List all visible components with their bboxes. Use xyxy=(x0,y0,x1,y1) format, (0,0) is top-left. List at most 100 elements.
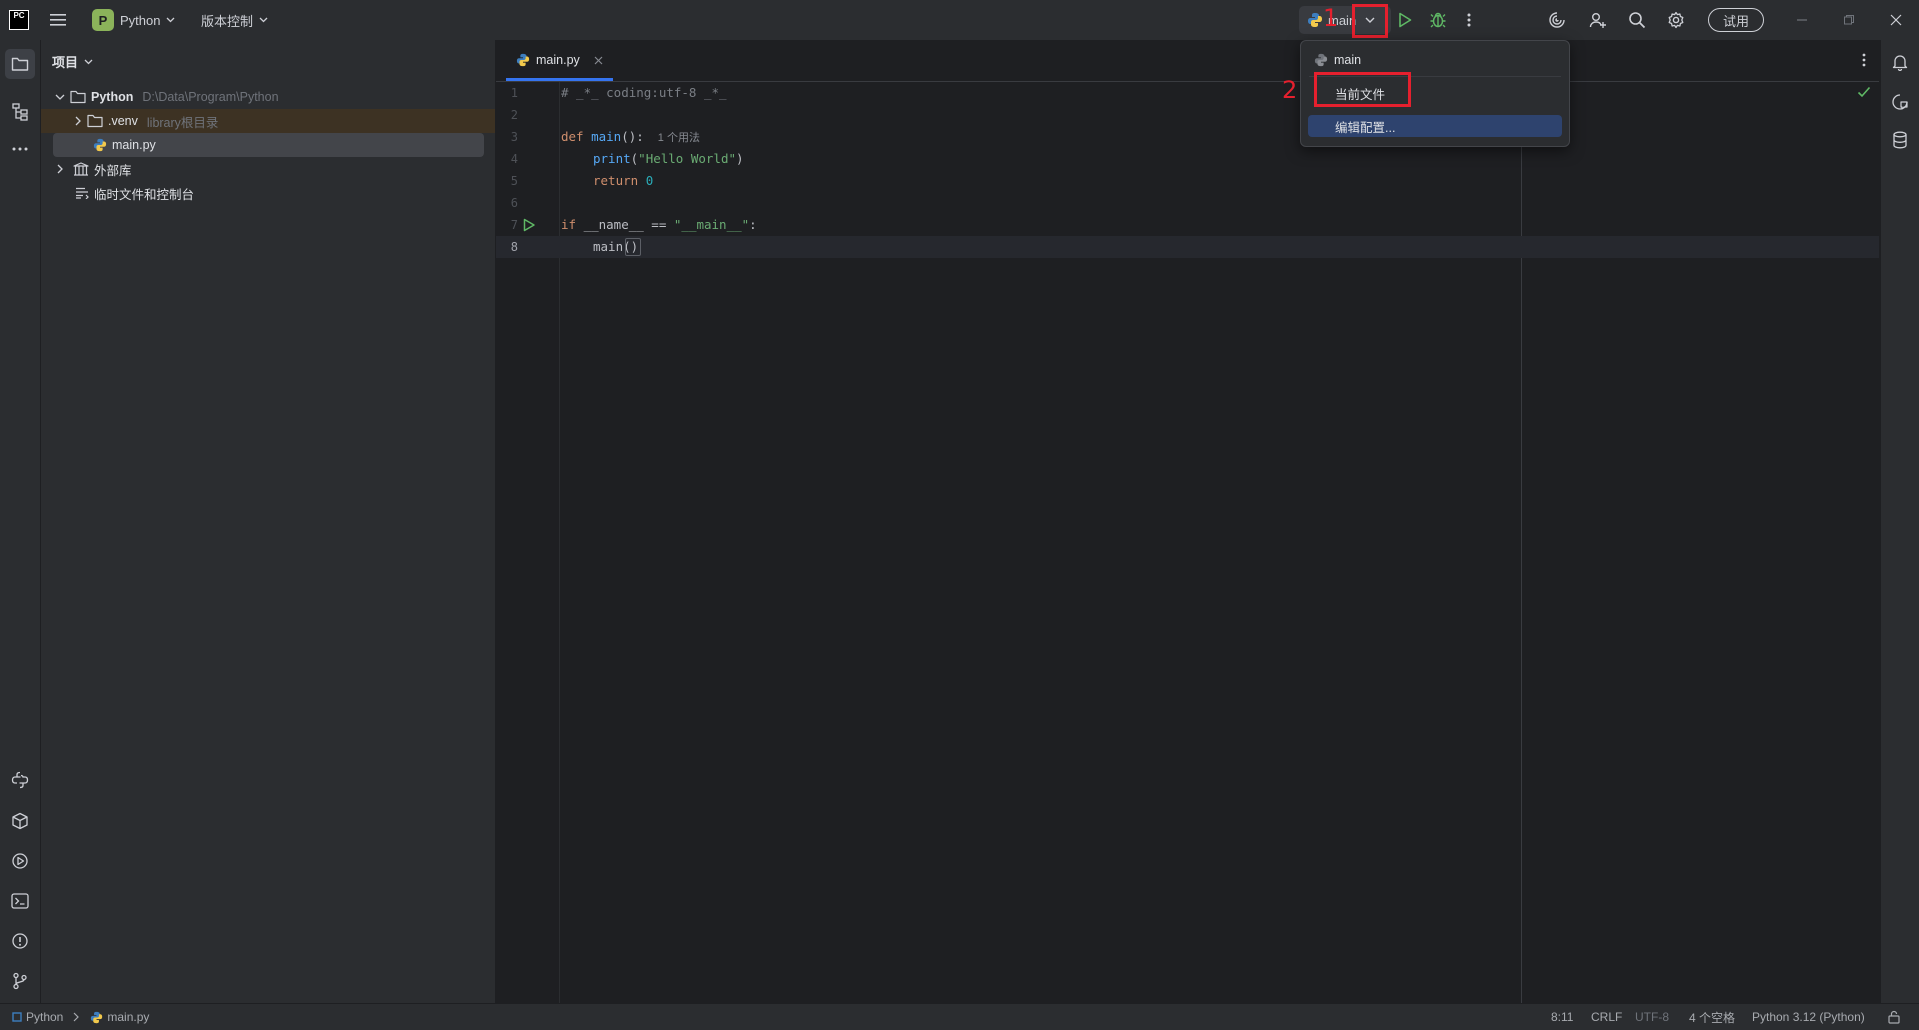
code-function: main xyxy=(591,129,622,144)
vcs-menu[interactable]: 版本控制 xyxy=(201,9,268,31)
pycharm-logo-icon[interactable]: PC xyxy=(8,9,30,31)
python-file-icon xyxy=(93,138,107,152)
code-text: __name__ == xyxy=(583,217,674,232)
active-tab-indicator xyxy=(506,78,613,81)
gutter-separator xyxy=(559,82,560,1003)
line-number: 5 xyxy=(510,174,518,188)
breadcrumb: Python main.py xyxy=(12,1004,149,1030)
python-interpreter[interactable]: Python 3.12 (Python) xyxy=(1752,1004,1865,1030)
python-file-icon xyxy=(91,1011,103,1023)
editor-tab-main-py[interactable]: main.py xyxy=(506,40,613,81)
file-encoding[interactable]: UTF-8 xyxy=(1635,1004,1669,1030)
gutter-run-icon[interactable] xyxy=(522,218,538,234)
project-switcher[interactable]: P Python xyxy=(92,9,175,31)
chevron-right-icon xyxy=(75,116,81,126)
search-icon[interactable] xyxy=(1625,8,1649,32)
tree-external-libs: 外部库 xyxy=(94,163,132,178)
annotation-box-1 xyxy=(1352,4,1388,38)
no-problems-check-icon[interactable] xyxy=(1857,86,1873,102)
database-icon[interactable] xyxy=(1888,128,1912,152)
code-line-3[interactable]: def main(): 1 个用法 xyxy=(561,129,700,145)
popup-item-main[interactable]: main xyxy=(1308,49,1562,71)
project-name: Python xyxy=(120,12,161,28)
indent-setting[interactable]: 4 个空格 xyxy=(1689,1004,1735,1030)
tree-item-venv[interactable]: .venv library根目录 xyxy=(41,109,495,133)
module-icon xyxy=(12,1012,22,1022)
python-icon xyxy=(1308,13,1322,27)
run-icon[interactable] xyxy=(1393,8,1417,32)
chevron-down-icon xyxy=(84,59,93,64)
editor-more-icon[interactable] xyxy=(1856,52,1872,68)
tree-item-scratches[interactable]: 临时文件和控制台 xyxy=(41,181,495,205)
python-console-icon[interactable] xyxy=(8,809,32,833)
breadcrumb-file[interactable]: main.py xyxy=(107,1010,149,1024)
minimize-icon[interactable] xyxy=(1790,8,1814,32)
python-file-icon xyxy=(516,53,530,67)
chevron-down-icon xyxy=(259,17,268,23)
library-icon xyxy=(73,162,89,176)
line-number-current: 8 xyxy=(510,240,518,254)
folder-icon xyxy=(87,114,103,128)
code-keyword: return xyxy=(593,173,646,188)
structure-icon[interactable] xyxy=(8,100,32,124)
popup-item-edit-configs[interactable]: 编辑配置... xyxy=(1308,115,1562,137)
project-panel-header[interactable]: 项目 xyxy=(52,52,93,71)
chevron-down-icon xyxy=(167,17,175,23)
line-ending[interactable]: CRLF xyxy=(1591,1004,1622,1030)
more-actions-icon[interactable] xyxy=(1459,8,1479,32)
tab-close-icon[interactable] xyxy=(594,56,603,65)
scratches-icon xyxy=(76,187,89,199)
tree-item-root[interactable]: Python D:\Data\Program\Python xyxy=(41,85,495,109)
run-config-popup: main 当前文件 编辑配置... xyxy=(1300,40,1570,147)
project-panel: 项目 Python D:\Data\Program\Python .venv l… xyxy=(41,40,496,1003)
line-number: 4 xyxy=(510,152,518,166)
main-menu-icon[interactable] xyxy=(47,9,69,31)
tree-item-external-libs[interactable]: 外部库 xyxy=(41,157,495,181)
close-icon[interactable] xyxy=(1884,8,1908,32)
terminal-icon[interactable] xyxy=(8,889,32,913)
line-number: 3 xyxy=(510,130,518,144)
ai-chat-icon[interactable] xyxy=(1888,90,1912,114)
ai-assistant-icon[interactable] xyxy=(1545,8,1569,32)
usage-hint[interactable]: 1 个用法 xyxy=(658,132,700,144)
line-number: 2 xyxy=(510,108,518,122)
code-line-4[interactable]: print("Hello World") xyxy=(593,151,744,166)
settings-gear-icon[interactable] xyxy=(1664,8,1688,32)
notifications-bell-icon[interactable] xyxy=(1888,50,1912,74)
code-number: 0 xyxy=(645,173,654,188)
tree-venv-note: library根目录 xyxy=(146,115,219,130)
chevron-down-icon xyxy=(55,94,65,100)
tree-scratches: 临时文件和控制台 xyxy=(94,187,195,202)
code-keyword: if xyxy=(561,217,584,232)
trial-button[interactable]: 试用 xyxy=(1708,8,1765,32)
project-panel-title: 项目 xyxy=(52,55,79,70)
code-with-me-icon[interactable] xyxy=(1586,8,1610,32)
popup-item-label: main xyxy=(1334,53,1362,67)
code-line-7[interactable]: if __name__ == "__main__": xyxy=(561,217,757,232)
services-icon[interactable] xyxy=(8,849,32,873)
debug-icon[interactable] xyxy=(1426,8,1450,32)
problems-icon[interactable] xyxy=(8,929,32,953)
code-text: : xyxy=(749,217,757,232)
python-packages-icon[interactable] xyxy=(8,768,32,792)
breadcrumb-project[interactable]: Python xyxy=(26,1010,63,1024)
annotation-box-2 xyxy=(1314,72,1411,107)
project-folder-icon[interactable] xyxy=(5,49,35,79)
tree-venv-name: .venv xyxy=(108,114,138,128)
left-tool-stripe xyxy=(0,40,41,1003)
lock-icon[interactable] xyxy=(1888,1004,1900,1030)
tree-file-name: main.py xyxy=(112,138,156,152)
tree-item-main-py[interactable]: main.py xyxy=(53,133,484,157)
line-number: 1 xyxy=(510,86,518,100)
restore-icon[interactable] xyxy=(1837,8,1861,32)
version-control-icon[interactable] xyxy=(8,969,32,993)
code-line-5[interactable]: return 0 xyxy=(593,173,653,188)
editor-area xyxy=(496,40,1879,1003)
chevron-right-icon xyxy=(73,1012,80,1022)
more-tools-icon[interactable] xyxy=(8,137,32,161)
caret-position[interactable]: 8:11 xyxy=(1551,1004,1573,1030)
code-string: "__main__" xyxy=(673,217,750,232)
code-line-1[interactable]: # _*_ coding:utf-8 _*_ xyxy=(561,85,727,100)
vcs-label: 版本控制 xyxy=(201,13,254,29)
annotation-label-1: 1 xyxy=(1323,4,1339,32)
